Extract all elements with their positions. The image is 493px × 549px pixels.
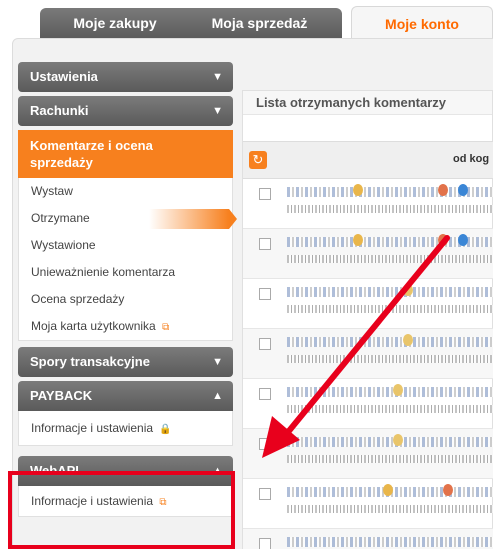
blurred-avatar [393, 384, 403, 396]
blurred-avatar [403, 334, 413, 346]
blurred-avatar [353, 234, 363, 246]
blurred-avatar [353, 184, 363, 196]
chevron-down-icon: ▼ [212, 71, 223, 83]
blurred-avatar [458, 184, 468, 196]
table-row [243, 279, 493, 329]
row-checkbox[interactable] [259, 338, 271, 350]
section-label: Komentarze i ocena sprzedaży [30, 138, 153, 170]
blurred-avatar [403, 284, 413, 296]
section-label: Rachunki [30, 103, 89, 118]
sidebar-item-payback-info[interactable]: Informacje i ustawienia 🔒 [19, 411, 232, 445]
selected-indicator [149, 209, 229, 229]
row-checkbox[interactable] [259, 288, 271, 300]
sidebar-item-otrzymane[interactable]: Otrzymane [19, 205, 237, 232]
sidebar-item-label: Moja karta użytkownika [31, 319, 156, 333]
blurred-avatar [383, 484, 393, 496]
blurred-content [287, 405, 493, 413]
sidebar-section-spory[interactable]: Spory transakcyjne ▼ [18, 347, 233, 377]
blurred-content [287, 455, 493, 463]
blurred-content [287, 505, 493, 513]
blurred-content [287, 337, 493, 347]
top-tabs: Moje zakupy Moja sprzedaż Moje konto [0, 0, 493, 40]
main-panel: Lista otrzymanych komentarzy ↻ od kog [242, 90, 493, 549]
tab-moje-konto[interactable]: Moje konto [351, 6, 493, 40]
blurred-content [287, 537, 493, 547]
sidebar-section-komentarze[interactable]: Komentarze i ocena sprzedaży [18, 130, 233, 178]
blurred-content [287, 305, 493, 313]
row-checkbox[interactable] [259, 488, 271, 500]
blurred-avatar [443, 484, 453, 496]
row-checkbox[interactable] [259, 388, 271, 400]
blurred-content [287, 437, 493, 447]
refresh-icon[interactable]: ↻ [249, 151, 267, 169]
komentarze-items: Wystaw Otrzymane Wystawione Unieważnieni… [18, 178, 237, 341]
column-header-from: od kog [453, 153, 490, 165]
sidebar-section-payback[interactable]: PAYBACK ▲ [18, 381, 233, 411]
chevron-down-icon: ▼ [212, 356, 223, 368]
sidebar-item-uniewaznienie[interactable]: Unieważnienie komentarza [19, 259, 232, 286]
section-label: PAYBACK [30, 388, 93, 403]
table-row [243, 429, 493, 479]
table-row [243, 479, 493, 529]
section-label: Ustawienia [30, 69, 98, 84]
sidebar: Ustawienia ▼ Rachunki ▼ Komentarze i oce… [18, 62, 237, 523]
tab-moja-sprzedaz[interactable]: Moja sprzedaż [177, 8, 342, 38]
table-row [243, 229, 493, 279]
blurred-avatar [438, 234, 448, 246]
page-title: Lista otrzymanych komentarzy [243, 91, 492, 115]
row-checkbox[interactable] [259, 538, 271, 549]
blurred-content [287, 287, 493, 297]
table-row [243, 179, 493, 229]
payback-items: Informacje i ustawienia 🔒 [18, 411, 233, 446]
sidebar-item-ocena[interactable]: Ocena sprzedaży [19, 286, 232, 313]
sidebar-item-label: Otrzymane [31, 211, 90, 225]
table-header: ↻ od kog [243, 141, 493, 179]
webapi-highlight-box [8, 471, 235, 549]
tab-moje-zakupy[interactable]: Moje zakupy [40, 8, 190, 38]
table-row [243, 529, 493, 549]
row-checkbox[interactable] [259, 188, 271, 200]
row-checkbox[interactable] [259, 438, 271, 450]
blurred-content [287, 355, 493, 363]
sidebar-section-ustawienia[interactable]: Ustawienia ▼ [18, 62, 233, 92]
table-row [243, 329, 493, 379]
sidebar-item-label: Informacje i ustawienia [31, 421, 154, 435]
chevron-down-icon: ▼ [212, 105, 223, 117]
sidebar-item-wystaw[interactable]: Wystaw [19, 178, 232, 205]
blurred-avatar [458, 234, 468, 246]
blurred-content [287, 255, 493, 263]
blurred-content [287, 387, 493, 397]
table-row [243, 379, 493, 429]
sidebar-item-moja-karta[interactable]: Moja karta użytkownika ⧉ [19, 313, 232, 340]
blurred-avatar [438, 184, 448, 196]
sidebar-section-rachunki[interactable]: Rachunki ▼ [18, 96, 233, 126]
section-label: Spory transakcyjne [30, 354, 150, 369]
chevron-up-icon: ▲ [212, 390, 223, 402]
external-link-icon: ⧉ [162, 322, 170, 333]
lock-icon: 🔒 [159, 424, 172, 435]
selected-arrow-icon [229, 209, 237, 229]
sidebar-item-wystawione[interactable]: Wystawione [19, 232, 232, 259]
blurred-content [287, 205, 493, 213]
blurred-avatar [393, 434, 403, 446]
row-checkbox[interactable] [259, 238, 271, 250]
